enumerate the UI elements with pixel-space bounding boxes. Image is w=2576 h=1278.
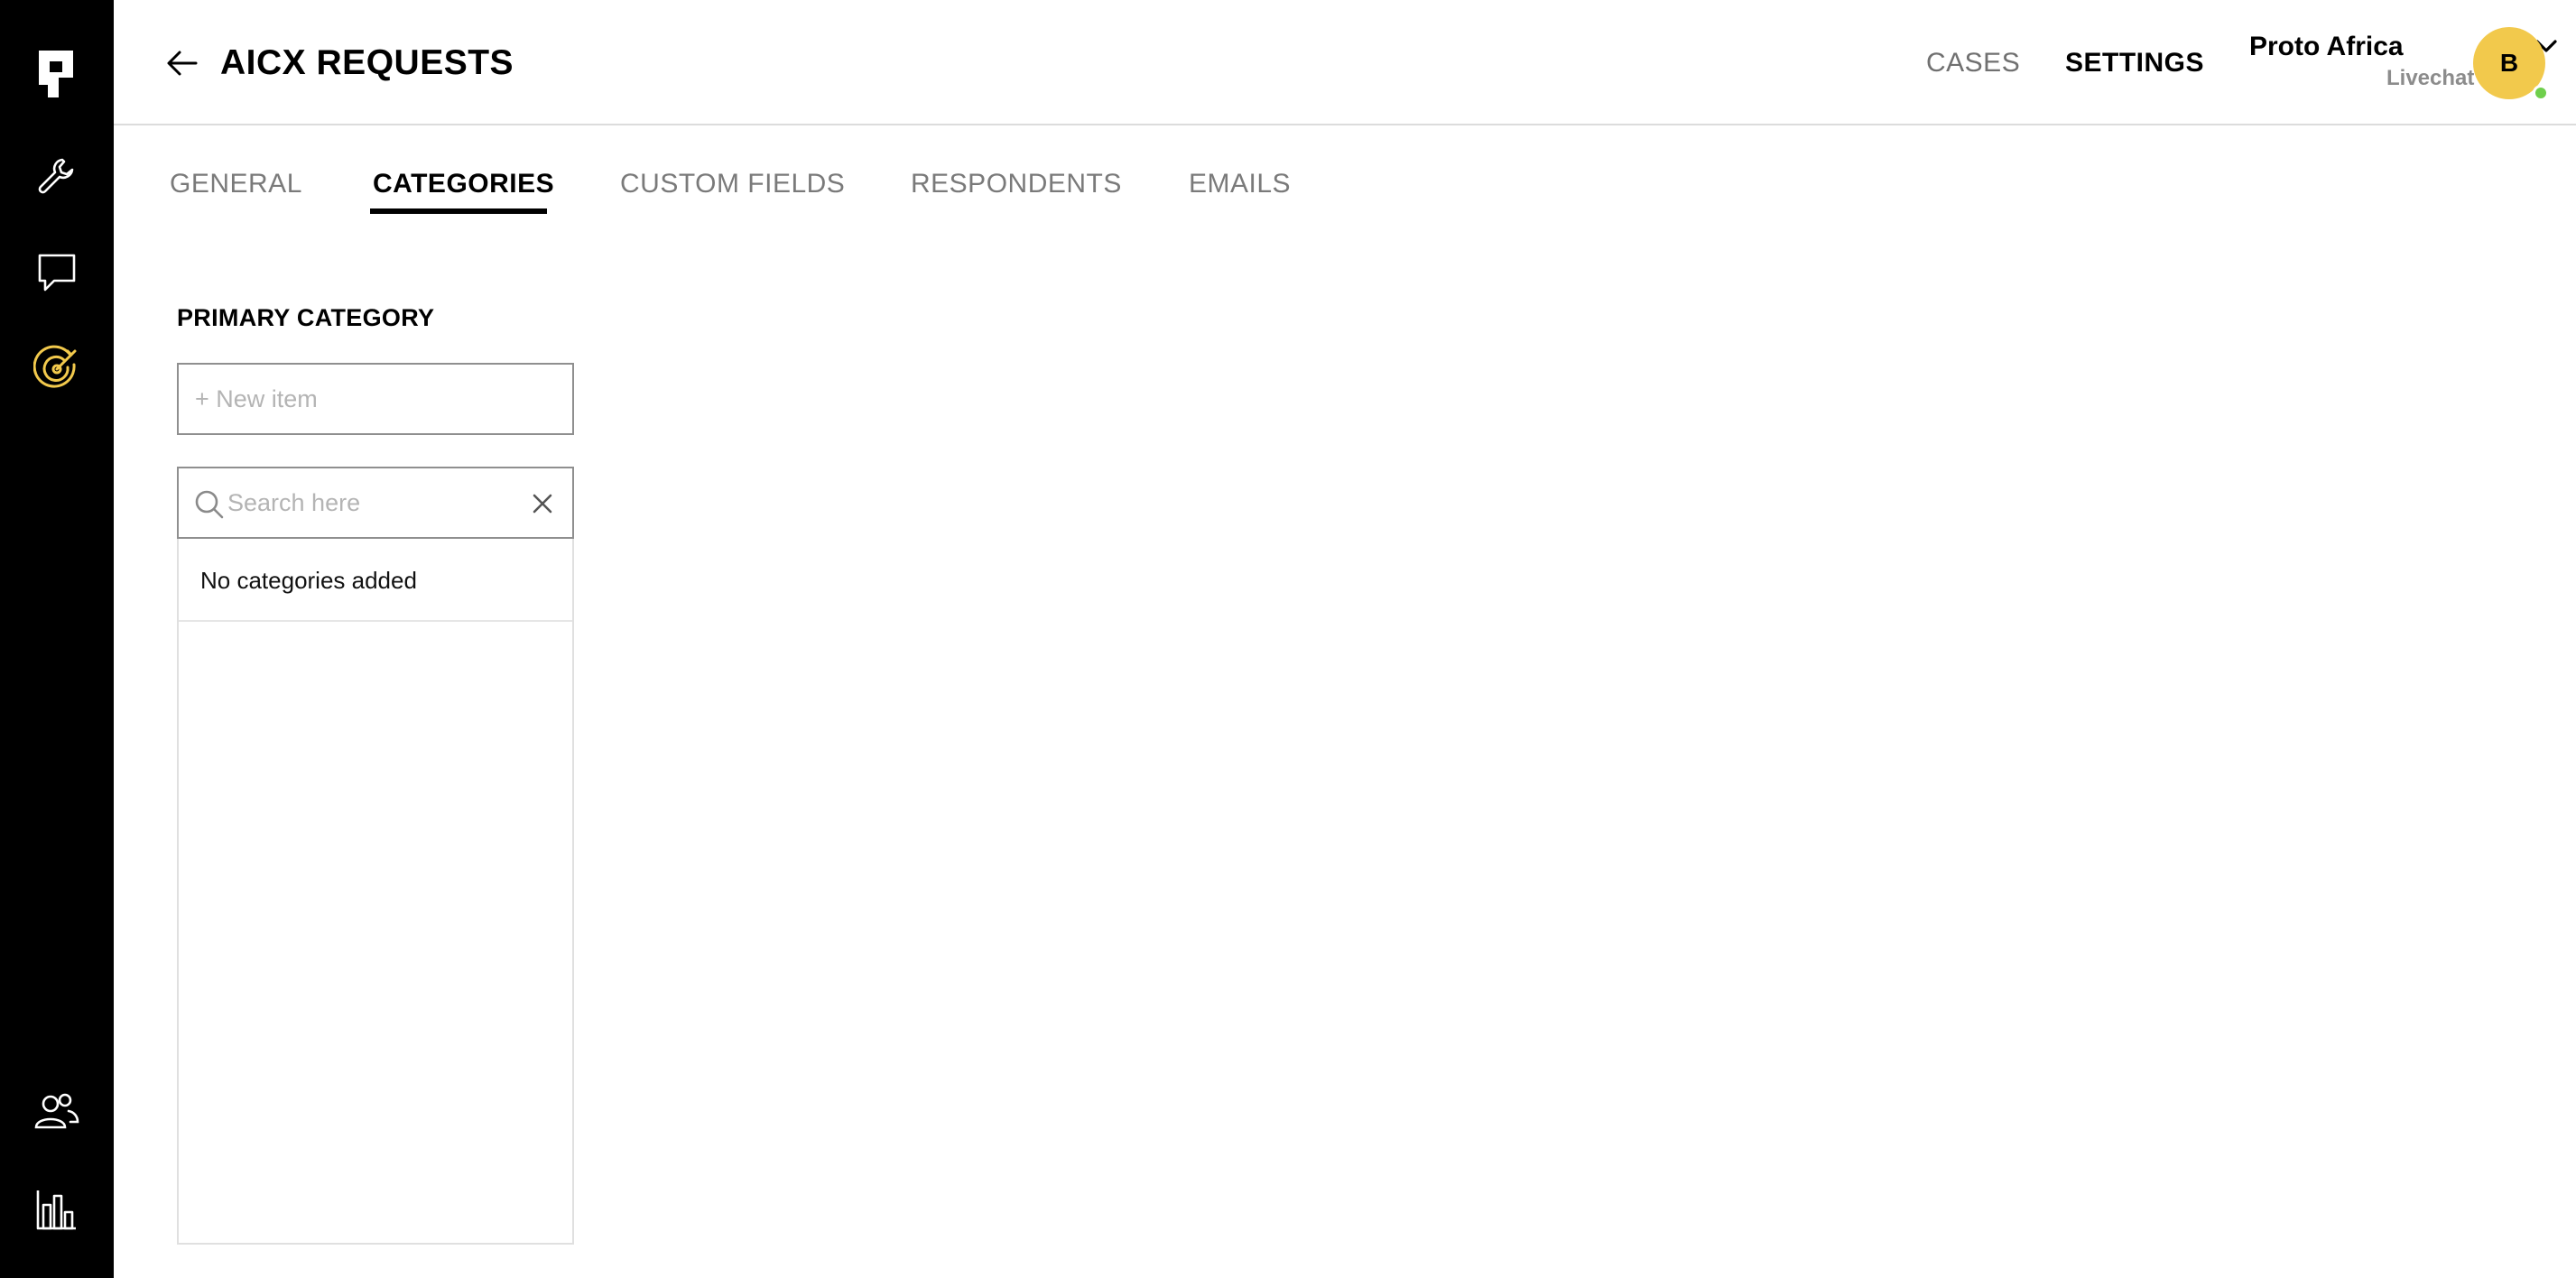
- empty-state-message: No categories added: [179, 539, 572, 622]
- target-icon[interactable]: [30, 341, 84, 395]
- online-status-badge: [2533, 85, 2549, 101]
- sidebar: [0, 0, 114, 1278]
- wrench-icon[interactable]: [30, 149, 84, 203]
- logo-icon[interactable]: [30, 47, 84, 101]
- search-box: [177, 467, 574, 539]
- tab-categories[interactable]: CATEGORIES: [373, 166, 554, 202]
- active-tab-indicator: [370, 208, 547, 214]
- back-button[interactable]: [157, 38, 208, 88]
- new-item-input[interactable]: [177, 363, 574, 435]
- section-title: PRIMARY CATEGORY: [177, 304, 435, 331]
- chat-bubble-icon[interactable]: [30, 245, 84, 300]
- tab-respondents[interactable]: RESPONDENTS: [911, 166, 1122, 202]
- arrow-left-icon: [167, 51, 198, 76]
- search-icon: [195, 490, 224, 519]
- nav-cases[interactable]: CASES: [1926, 45, 2020, 81]
- tab-general[interactable]: GENERAL: [170, 166, 302, 202]
- category-list: No categories added: [177, 539, 574, 1245]
- nav-settings[interactable]: SETTINGS: [2065, 45, 2204, 81]
- page-title: AICX REQUESTS: [220, 43, 514, 82]
- bar-chart-icon[interactable]: [30, 1182, 84, 1236]
- tab-custom-fields[interactable]: CUSTOM FIELDS: [620, 166, 845, 202]
- tab-emails[interactable]: EMAILS: [1189, 166, 1291, 202]
- org-name: Proto Africa: [2249, 32, 2404, 61]
- org-channel: Livechat: [2386, 66, 2475, 90]
- close-icon[interactable]: [527, 488, 558, 519]
- users-icon[interactable]: [30, 1085, 84, 1139]
- search-input[interactable]: [227, 477, 516, 528]
- top-bar: AICX REQUESTS CASES SETTINGS Proto Afric…: [114, 0, 2576, 125]
